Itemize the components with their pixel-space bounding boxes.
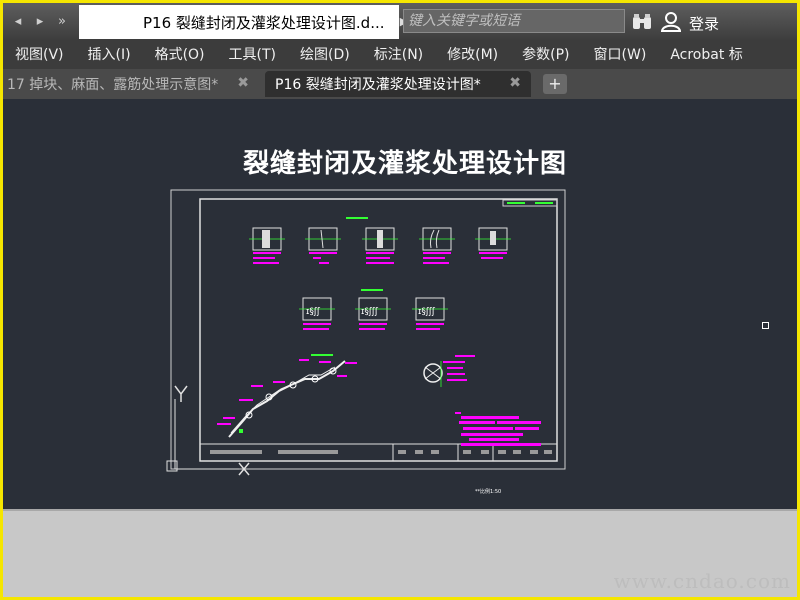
crack-plan-view (217, 359, 357, 438)
binoculars-icon[interactable] (631, 13, 653, 31)
svg-text:ɪ§ʃʃʃ: ɪ§ʃʃʃ (418, 307, 436, 317)
document-title: P16 裂缝封闭及灌浆处理设计图.d... (143, 14, 385, 32)
crack-detail-4 (419, 227, 455, 264)
title-bar: ◂ ▸ » P16 裂缝封闭及灌浆处理设计图.d... ▶ 登录 (3, 3, 797, 41)
tab-document-p16[interactable]: P16 裂缝封闭及灌浆处理设计图* ✖ (265, 71, 531, 97)
tab-document-17[interactable]: 17 掉块、麻面、露筋处理示意图* ✖ (3, 71, 259, 97)
scale-note: **比例1:50 (475, 489, 502, 495)
search-input[interactable] (404, 10, 624, 32)
more-tools-icon[interactable]: » (53, 11, 71, 33)
grouting-detail-1: ɪ§ʃʃ (299, 297, 335, 330)
back-icon[interactable]: ◂ (9, 11, 27, 33)
application-window: ◂ ▸ » P16 裂缝封闭及灌浆处理设计图.d... ▶ 登录 视图(V) 插… (0, 0, 800, 600)
lower-panel: www.cndao.com (3, 509, 797, 597)
menu-insert[interactable]: 插入(I) (76, 41, 143, 69)
quick-access-toolbar: ◂ ▸ » (5, 7, 81, 37)
crack-detail-2 (305, 227, 341, 264)
search-box[interactable] (403, 9, 625, 33)
drawing-stamp (502, 199, 558, 207)
svg-text:ɪ§ʃʃʃ: ɪ§ʃʃʃ (361, 307, 379, 317)
menu-window[interactable]: 窗口(W) (582, 41, 659, 69)
close-icon[interactable]: ✖ (237, 75, 249, 91)
node-detail (423, 355, 475, 387)
menu-dimension[interactable]: 标注(N) (362, 41, 435, 69)
menu-parametric[interactable]: 参数(P) (510, 41, 581, 69)
notes-block (455, 412, 541, 446)
menu-tools[interactable]: 工具(T) (217, 41, 288, 69)
plus-icon: + (548, 74, 562, 93)
section-label-mark (361, 289, 383, 291)
crack-detail-3 (362, 227, 398, 264)
menu-modify[interactable]: 修改(M) (435, 41, 510, 69)
new-tab-button[interactable]: + (543, 74, 567, 94)
title-block (200, 443, 557, 461)
tab-label: 17 掉块、麻面、露筋处理示意图* (7, 77, 219, 93)
crack-detail-1 (249, 227, 285, 264)
user-icon[interactable] (661, 12, 681, 32)
watermark: www.cndao.com (613, 569, 791, 593)
forward-icon[interactable]: ▸ (31, 11, 49, 33)
section-label-mark (346, 217, 368, 219)
menu-draw[interactable]: 绘图(D) (288, 41, 362, 69)
crack-detail-5 (475, 227, 511, 259)
drawing-canvas[interactable]: ɪ§ʃʃ ɪ§ʃʃʃ ɪ§ʃʃʃ 裂缝封闭及灌浆处理设计图 **比例1:50 (3, 99, 797, 509)
svg-text:ɪ§ʃʃ: ɪ§ʃʃ (306, 307, 321, 317)
grouting-detail-3: ɪ§ʃʃʃ (412, 297, 448, 330)
menu-format[interactable]: 格式(O) (143, 41, 217, 69)
menu-acrobat[interactable]: Acrobat 标 (658, 41, 754, 69)
document-title-box: P16 裂缝封闭及灌浆处理设计图.d... (79, 5, 399, 39)
document-tab-bar: 17 掉块、麻面、露筋处理示意图* ✖ P16 裂缝封闭及灌浆处理设计图* ✖ … (3, 69, 797, 99)
menu-view[interactable]: 视图(V) (3, 41, 76, 69)
menu-bar: 视图(V) 插入(I) 格式(O) 工具(T) 绘图(D) 标注(N) 修改(M… (3, 41, 797, 69)
tab-label: P16 裂缝封闭及灌浆处理设计图* (275, 77, 481, 93)
grouting-detail-2: ɪ§ʃʃʃ (355, 297, 391, 330)
section-label-mark (311, 354, 333, 356)
drawing-title: 裂缝封闭及灌浆处理设计图 (243, 149, 568, 179)
grip-handle[interactable] (762, 322, 769, 329)
login-link[interactable]: 登录 (689, 13, 719, 34)
close-icon[interactable]: ✖ (509, 75, 521, 91)
